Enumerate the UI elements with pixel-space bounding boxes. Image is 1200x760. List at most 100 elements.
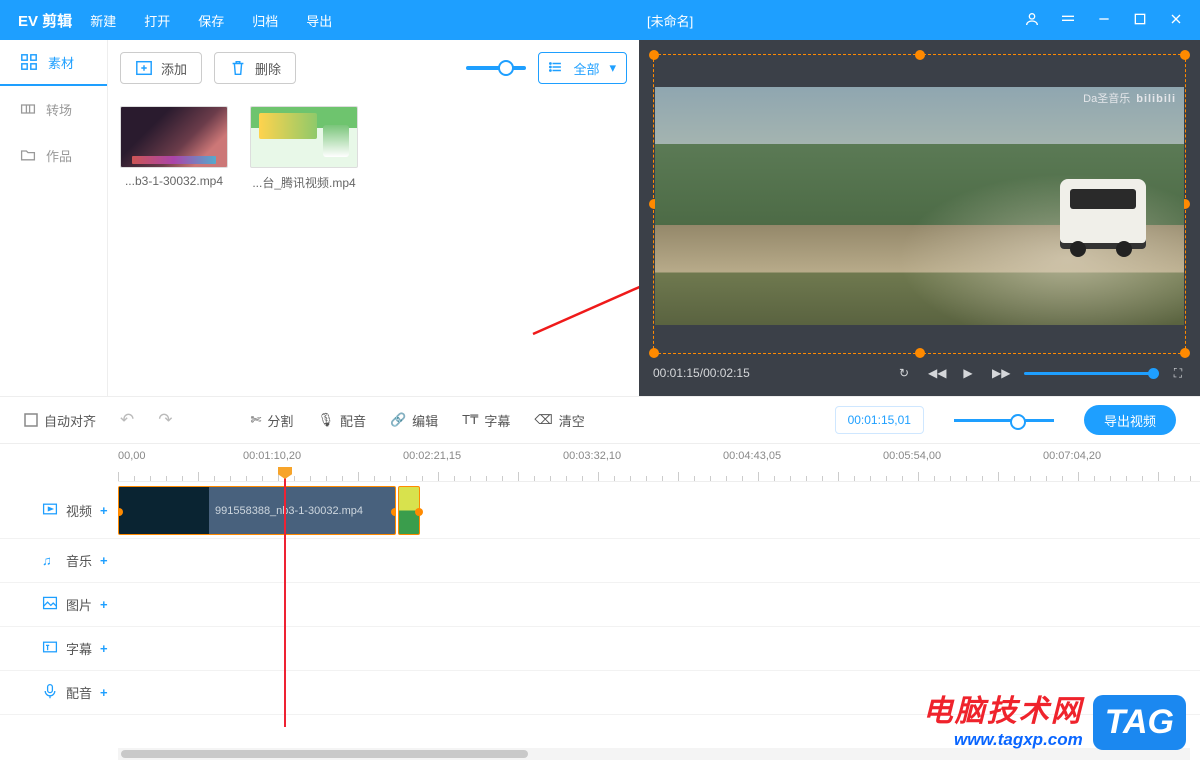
image-track-area[interactable]: [118, 583, 1200, 626]
video-frame[interactable]: Da圣音乐bilibili: [653, 54, 1186, 354]
filter-label: 全部: [573, 59, 599, 78]
grid-icon: [20, 53, 38, 71]
fullscreen-icon[interactable]: ⛶: [1170, 366, 1186, 381]
close-icon[interactable]: [1168, 11, 1184, 30]
clip-thumbnail: [119, 487, 209, 534]
text-icon: T₸: [462, 412, 478, 428]
add-track-icon[interactable]: +: [100, 553, 108, 568]
menu-archive[interactable]: 归档: [252, 11, 278, 30]
menu-export[interactable]: 导出: [306, 11, 332, 30]
add-button[interactable]: 添加: [120, 52, 202, 84]
media-item[interactable]: ...台_腾讯视频.mp4: [250, 106, 358, 191]
video-clip[interactable]: 991558388_nb3-1-30032.mp4: [118, 486, 396, 535]
undo-icon[interactable]: ↶: [120, 410, 134, 430]
delete-button[interactable]: 删除: [214, 52, 296, 84]
media-thumbnail: [120, 106, 228, 168]
link-icon: 🔗: [390, 412, 406, 428]
track-video: 视频+ 991558388_nb3-1-30032.mp4: [0, 482, 1200, 539]
brand-title: 电脑技术网: [923, 686, 1083, 730]
media-panel: 添加 删除 全部 ▾ ...b3-1-30032.mp4 ...台_腾讯视频.m…: [108, 40, 639, 396]
subtitle-button[interactable]: T₸字幕: [462, 411, 510, 430]
ruler-label: 00:02:21,15: [403, 450, 461, 462]
split-button[interactable]: ✄分割: [251, 411, 294, 430]
media-item[interactable]: ...b3-1-30032.mp4: [120, 106, 228, 191]
clip-name: 991558388_nb3-1-30032.mp4: [209, 505, 395, 517]
video-watermark: Da圣音乐bilibili: [1083, 90, 1176, 106]
track-audio: ♫ 音乐 +: [0, 539, 1200, 583]
media-item-name: ...台_腾讯视频.mp4: [252, 176, 355, 190]
broom-icon: ⌫: [534, 412, 552, 428]
add-label: 添加: [161, 59, 187, 78]
player-controls: 00:01:15/00:02:15 ↻ ◀◀ ▶ ▶▶ ⛶: [653, 358, 1186, 388]
loop-icon[interactable]: ↻: [896, 366, 912, 380]
edit-button[interactable]: 🔗编辑: [390, 411, 438, 430]
add-track-icon[interactable]: +: [100, 503, 108, 518]
brand-watermark: 电脑技术网 www.tagxp.com TAG: [923, 686, 1186, 750]
sidebar-tab-transition[interactable]: 转场: [0, 86, 107, 132]
delete-label: 删除: [255, 59, 281, 78]
add-track-icon[interactable]: +: [100, 597, 108, 612]
ruler-label: 00,00: [118, 450, 146, 462]
sidebar: 素材 转场 作品: [0, 40, 108, 396]
van-shape: [1060, 179, 1146, 249]
export-video-button[interactable]: 导出视频: [1084, 405, 1176, 435]
list-icon: [549, 60, 563, 77]
user-icon[interactable]: [1024, 11, 1040, 30]
track-image: 图片 +: [0, 583, 1200, 627]
auto-align-label: 自动对齐: [44, 411, 96, 430]
clear-button[interactable]: ⌫清空: [534, 411, 584, 430]
dub-button[interactable]: 🎙配音: [317, 411, 366, 430]
menu-open[interactable]: 打开: [144, 11, 170, 30]
menu-save[interactable]: 保存: [198, 11, 224, 30]
forward-icon[interactable]: ▶▶: [992, 366, 1008, 380]
ruler-label: 00:04:43,05: [723, 450, 781, 462]
ruler-label: 00:05:54,00: [883, 450, 941, 462]
maximize-icon[interactable]: [1132, 11, 1148, 30]
redo-icon[interactable]: ↷: [158, 410, 172, 430]
timeline-ruler[interactable]: 00,00 00:01:10,20 00:02:21,15 00:03:32,1…: [118, 444, 1200, 482]
timeline-toolbar: 自动对齐 ↶ ↷ ✄分割 🎙配音 🔗编辑 T₸字幕 ⌫清空 00:01:15,0…: [0, 396, 1200, 444]
minimize-icon[interactable]: [1096, 11, 1112, 30]
audio-track-area[interactable]: [118, 539, 1200, 582]
rewind-icon[interactable]: ◀◀: [928, 366, 944, 380]
brand-tag: TAG: [1093, 695, 1186, 750]
trash-icon: [229, 59, 247, 77]
time-position: 00:01:15,01: [835, 406, 924, 434]
subtitle-track-area[interactable]: [118, 627, 1200, 670]
preview-panel: Da圣音乐bilibili 00:01:15/00:02:15 ↻ ◀◀ ▶ ▶…: [639, 40, 1200, 396]
video-clip[interactable]: [398, 486, 420, 535]
menu-bar: 新建 打开 保存 归档 导出: [90, 11, 332, 30]
window-controls: [1008, 11, 1200, 30]
track-subtitle: 字幕+: [0, 627, 1200, 671]
subtitle-icon: [42, 639, 58, 658]
ruler-label: 00:01:10,20: [243, 450, 301, 462]
image-icon: [42, 595, 58, 614]
video-track-area[interactable]: 991558388_nb3-1-30032.mp4: [118, 482, 1200, 538]
app-title: EV 剪辑: [0, 10, 90, 31]
sidebar-label: 素材: [48, 53, 74, 72]
sidebar-tab-media[interactable]: 素材: [0, 40, 107, 86]
thumbnail-zoom-slider[interactable]: [466, 66, 526, 70]
play-icon[interactable]: ▶: [960, 366, 976, 380]
music-icon: ♫: [42, 553, 58, 568]
sidebar-label: 转场: [46, 100, 72, 119]
media-item-name: ...b3-1-30032.mp4: [125, 174, 223, 188]
filter-dropdown[interactable]: 全部 ▾: [538, 52, 627, 84]
settings-icon[interactable]: [1060, 11, 1076, 30]
track-name: 音乐: [66, 551, 92, 570]
add-track-icon[interactable]: +: [100, 685, 108, 700]
transition-icon: [20, 101, 36, 117]
sidebar-tab-works[interactable]: 作品: [0, 132, 107, 178]
timeline-zoom-slider[interactable]: [954, 419, 1054, 422]
add-icon: [135, 59, 153, 77]
track-name: 图片: [66, 595, 92, 614]
playhead[interactable]: [284, 467, 286, 727]
video-content: Da圣音乐bilibili: [655, 87, 1184, 325]
add-track-icon[interactable]: +: [100, 641, 108, 656]
track-name: 配音: [66, 683, 92, 702]
sidebar-label: 作品: [46, 146, 72, 165]
auto-align-checkbox[interactable]: 自动对齐: [24, 411, 96, 430]
seek-slider[interactable]: [1024, 372, 1154, 375]
menu-new[interactable]: 新建: [90, 11, 116, 30]
mic-icon: [42, 683, 58, 702]
